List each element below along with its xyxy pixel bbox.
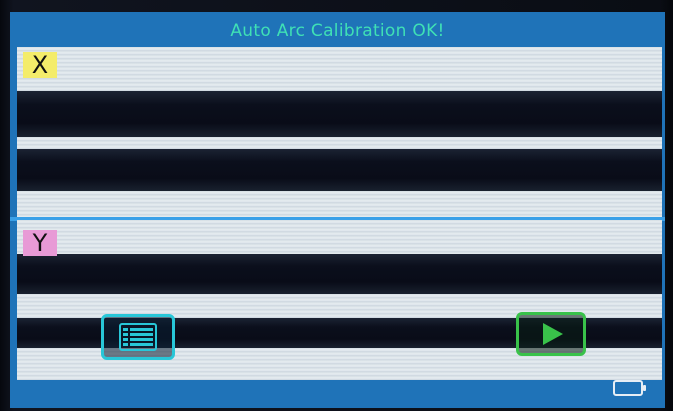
fusion-splicer-device: Auto Arc Calibration OK! X Y	[0, 0, 673, 411]
y-fiber-image-upper	[17, 220, 662, 254]
x-fiber-dark-lower	[17, 149, 662, 191]
list-menu-icon	[119, 323, 157, 351]
x-fiber-image-upper	[17, 47, 662, 91]
x-fiber-core	[17, 137, 662, 149]
x-fiber-image-lower	[17, 191, 662, 219]
menu-button[interactable]	[101, 314, 175, 360]
x-view-panel: X	[17, 47, 662, 219]
play-icon	[543, 323, 563, 345]
start-button[interactable]	[516, 312, 586, 356]
display-screen: Auto Arc Calibration OK! X Y	[10, 12, 665, 408]
x-axis-label: X	[23, 52, 57, 78]
battery-icon	[613, 380, 646, 396]
y-axis-label: Y	[23, 230, 57, 256]
x-fiber-dark-upper	[17, 91, 662, 137]
status-title: Auto Arc Calibration OK!	[230, 21, 445, 41]
y-fiber-dark-upper	[17, 254, 662, 294]
